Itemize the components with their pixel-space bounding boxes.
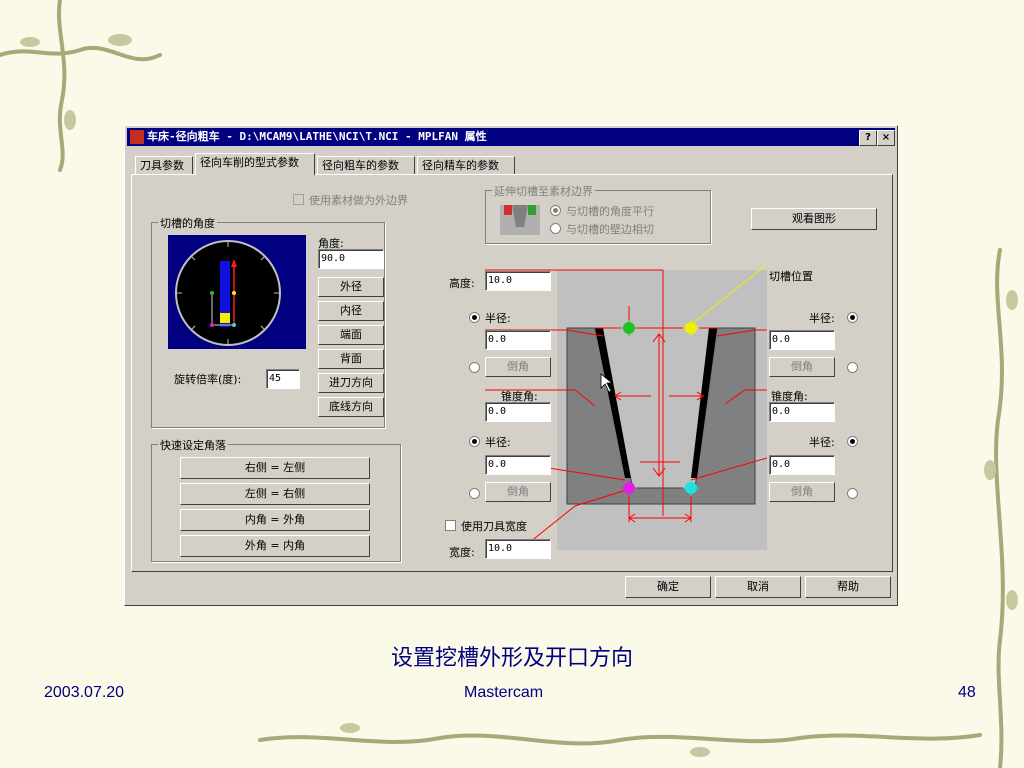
cancel-button[interactable]: 取消: [715, 576, 801, 598]
tool-width-checkbox[interactable]: [445, 520, 456, 531]
face-button[interactable]: 端面: [318, 325, 384, 345]
extend-parallel-radio[interactable]: [550, 205, 561, 216]
quick-corner-group: 快速设定角落 右侧 = 左侧 左侧 = 右侧 内角 = 外角 外角 = 内角: [151, 437, 401, 562]
extend-tangent-label: 与切槽的壁边相切: [566, 223, 654, 236]
left-radius1-label: 半径:: [485, 312, 511, 325]
back-button[interactable]: 背面: [318, 349, 384, 369]
ok-button[interactable]: 确定: [625, 576, 711, 598]
app-icon: [130, 130, 144, 144]
right-chamfer1-radio[interactable]: [847, 362, 858, 373]
right-taper-input[interactable]: 0.0: [769, 402, 835, 422]
slide-date: 2003.07.20: [44, 684, 125, 701]
extend-groove-icon: [500, 205, 540, 235]
right-radius1-label: 半径:: [809, 312, 835, 325]
right-radius2-radio[interactable]: [847, 436, 858, 447]
slide-title: Mastercam: [464, 684, 544, 701]
groove-angle-title: 切槽的角度: [158, 215, 217, 231]
right-equals-left-button[interactable]: 右侧 = 左侧: [180, 457, 370, 479]
right-chamfer1-button[interactable]: 倒角: [769, 357, 835, 377]
id-button[interactable]: 内径: [318, 301, 384, 321]
left-radius1-radio[interactable]: [469, 312, 480, 323]
left-equals-right-button[interactable]: 左侧 = 右侧: [180, 483, 370, 505]
height-input[interactable]: 10.0: [485, 271, 551, 291]
extend-group: 延伸切槽至素材边界 与切槽的角度平行 与切槽的壁边相切: [485, 183, 711, 244]
left-chamfer2-button[interactable]: 倒角: [485, 482, 551, 502]
tab-rough[interactable]: 径向粗车的参数: [317, 156, 415, 174]
groove-position-label: 切槽位置: [769, 270, 813, 283]
height-label: 高度:: [449, 277, 475, 290]
outer-equals-inner-button[interactable]: 外角 = 内角: [180, 535, 370, 557]
left-radius2-label: 半径:: [485, 436, 511, 449]
view-graphics-button[interactable]: 观看图形: [751, 208, 877, 230]
rotate-label: 旋转倍率(度):: [174, 373, 242, 386]
extend-tangent-radio[interactable]: [550, 223, 561, 234]
right-radius2-label: 半径:: [809, 436, 835, 449]
title-bar[interactable]: 车床-径向粗车 - D:\MCAM9\LATHE\NCI\T.NCI - MPL…: [127, 128, 895, 146]
quick-corner-title: 快速设定角落: [158, 437, 228, 453]
angle-dial[interactable]: [168, 235, 306, 349]
tool-width-label: 使用刀具宽度: [461, 520, 527, 533]
help-button[interactable]: 帮助: [805, 576, 891, 598]
help-icon[interactable]: ?: [859, 130, 877, 146]
groove-angle-group: 切槽的角度 角度: 90.0 外径 内径 端面 背面 进刀方向 底线方向 旋转倍…: [151, 215, 385, 428]
angle-input[interactable]: 90.0: [318, 249, 384, 269]
od-button[interactable]: 外径: [318, 277, 384, 297]
extend-group-title: 延伸切槽至素材边界: [492, 183, 595, 199]
properties-dialog: 车床-径向粗车 - D:\MCAM9\LATHE\NCI\T.NCI - MPL…: [124, 125, 898, 606]
left-radius1-input[interactable]: 0.0: [485, 330, 551, 350]
inner-equals-outer-button[interactable]: 内角 = 外角: [180, 509, 370, 531]
right-chamfer2-button[interactable]: 倒角: [769, 482, 835, 502]
left-chamfer2-radio[interactable]: [469, 488, 480, 499]
right-radius1-input[interactable]: 0.0: [769, 330, 835, 350]
window-title: 车床-径向粗车 - D:\MCAM9\LATHE\NCI\T.NCI - MPL…: [147, 130, 487, 143]
left-radius2-radio[interactable]: [469, 436, 480, 447]
left-taper-input[interactable]: 0.0: [485, 402, 551, 422]
slide-page-number: 48: [958, 684, 976, 701]
width-label: 宽度:: [449, 546, 475, 559]
tab-finish[interactable]: 径向精车的参数: [417, 156, 515, 174]
left-chamfer1-radio[interactable]: [469, 362, 480, 373]
close-icon[interactable]: ×: [877, 130, 895, 146]
extend-parallel-label: 与切槽的角度平行: [566, 205, 654, 218]
left-chamfer1-button[interactable]: 倒角: [485, 357, 551, 377]
width-input[interactable]: 10.0: [485, 539, 551, 559]
bottom-direction-button[interactable]: 底线方向: [318, 397, 384, 417]
plunge-direction-button[interactable]: 进刀方向: [318, 373, 384, 393]
right-radius1-radio[interactable]: [847, 312, 858, 323]
right-chamfer2-radio[interactable]: [847, 488, 858, 499]
slide-caption: 设置挖槽外形及开口方向: [390, 646, 633, 671]
right-radius2-input[interactable]: 0.0: [769, 455, 835, 475]
stock-boundary-checkbox[interactable]: [293, 194, 304, 205]
stock-boundary-label: 使用素材做为外边界: [309, 194, 408, 207]
tab-tool-params[interactable]: 刀具参数: [135, 156, 193, 174]
rotate-input[interactable]: 45: [266, 369, 300, 389]
left-radius2-input[interactable]: 0.0: [485, 455, 551, 475]
tab-groove-shape[interactable]: 径向车削的型式参数: [195, 153, 315, 175]
